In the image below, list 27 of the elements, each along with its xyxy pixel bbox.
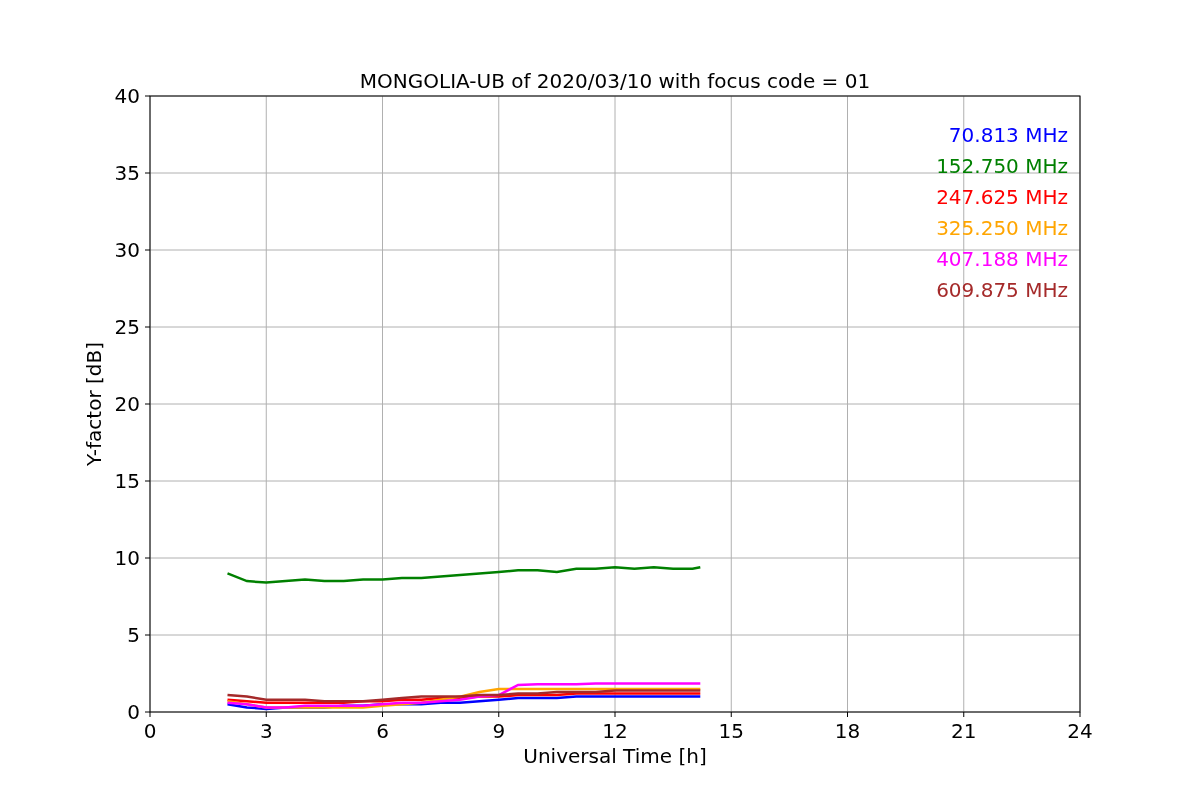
legend-label: 247.625 MHz [936, 185, 1068, 209]
x-tick-label: 0 [143, 719, 157, 743]
y-tick-label: 40 [114, 84, 140, 108]
x-axis-label: Universal Time [h] [523, 744, 707, 768]
legend-label: 70.813 MHz [948, 123, 1068, 147]
y-tick-label: 10 [114, 546, 140, 570]
x-tick-label: 9 [492, 719, 506, 743]
legend-label: 407.188 MHz [936, 247, 1068, 271]
y-tick-label: 5 [127, 623, 140, 647]
y-tick-label: 0 [127, 700, 140, 724]
y-tick-label: 25 [114, 315, 140, 339]
x-tick-label: 21 [951, 719, 977, 743]
x-tick-label: 12 [602, 719, 628, 743]
y-axis-label: Y-factor [dB] [82, 342, 106, 466]
x-tick-label: 3 [259, 719, 273, 743]
x-tick-label: 6 [376, 719, 389, 743]
legend-label: 325.250 MHz [936, 216, 1068, 240]
y-tick-label: 20 [114, 392, 140, 416]
y-tick-label: 30 [114, 238, 140, 262]
chart-title: MONGOLIA-UB of 2020/03/10 with focus code = 01 [359, 69, 871, 93]
legend-label: 152.750 MHz [936, 154, 1068, 178]
legend-label: 609.875 MHz [936, 278, 1068, 302]
y-tick-label: 15 [114, 469, 140, 493]
x-tick-label: 18 [834, 719, 861, 743]
x-tick-label: 24 [1067, 719, 1093, 743]
x-tick-label: 15 [718, 719, 744, 743]
y-tick-label: 35 [114, 161, 140, 185]
